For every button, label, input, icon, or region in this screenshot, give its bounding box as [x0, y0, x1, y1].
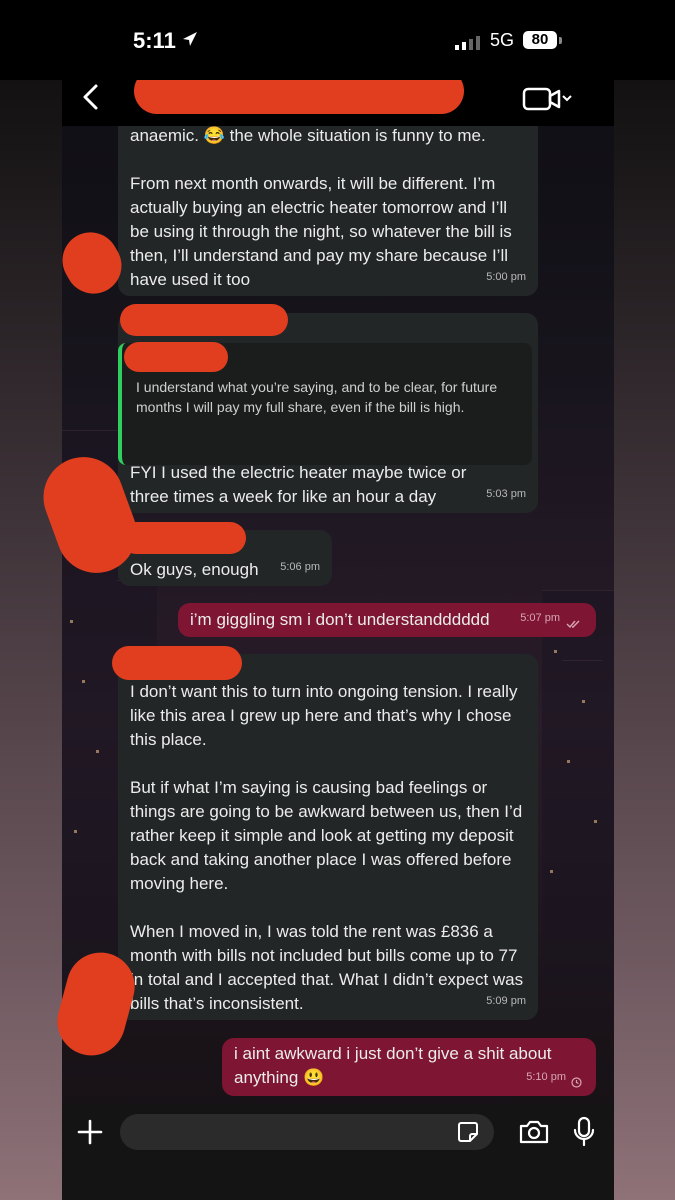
sender-name-redaction: [120, 304, 288, 336]
outgoing-message[interactable]: i aint awkward i just don’t give a shit …: [222, 1038, 596, 1096]
sender-name-redaction: [112, 646, 242, 680]
message-text: I don’t want this to turn into ongoing t…: [130, 682, 524, 1013]
incoming-message[interactable]: anaemic. 😂 the whole situation is funny …: [118, 112, 538, 296]
outgoing-message[interactable]: i’m giggling sm i don’t understandddddd …: [178, 603, 596, 637]
left-backdrop: [0, 0, 62, 1200]
sender-name-redaction: [120, 522, 246, 554]
back-chevron-icon[interactable]: [76, 82, 106, 112]
video-call-icon[interactable]: [522, 86, 572, 112]
message-time: 5:07 pm: [520, 612, 560, 624]
message-input[interactable]: [120, 1114, 494, 1150]
pending-clock-icon: [571, 1077, 582, 1088]
battery-level: 80: [523, 31, 557, 49]
signal-bars-icon: [455, 36, 480, 50]
network-type: 5G: [490, 30, 515, 50]
clock: 5:11: [133, 28, 176, 53]
location-arrow-icon: [183, 32, 197, 46]
message-time: 5:03 pm: [486, 488, 526, 500]
message-time: 5:00 pm: [486, 271, 526, 283]
compose-bar: [62, 1104, 614, 1200]
read-receipt-icon: [566, 620, 580, 629]
message-time: 5:09 pm: [486, 995, 526, 1007]
incoming-message[interactable]: I don’t want this to turn into ongoing t…: [118, 654, 538, 1020]
message-time: 5:10 pm: [526, 1071, 566, 1083]
quoted-text: I understand what you’re saying, and to …: [136, 379, 498, 415]
plus-icon[interactable]: [76, 1118, 104, 1146]
battery-tip: [559, 37, 562, 44]
message-text: anaemic. 😂 the whole situation is funny …: [130, 126, 512, 289]
status-bar: 5:11 5G 80: [0, 0, 675, 80]
microphone-icon[interactable]: [572, 1116, 596, 1148]
message-text: FYI I used the electric heater maybe twi…: [130, 463, 472, 506]
message-text: Ok guys, enough: [130, 560, 259, 579]
quote-author-redaction: [124, 342, 228, 372]
camera-icon[interactable]: [518, 1118, 550, 1146]
right-backdrop: [614, 0, 675, 1200]
message-time: 5:06 pm: [280, 561, 320, 573]
message-text: i’m giggling sm i don’t understandddddd: [190, 610, 490, 629]
sticker-icon[interactable]: [456, 1120, 480, 1144]
